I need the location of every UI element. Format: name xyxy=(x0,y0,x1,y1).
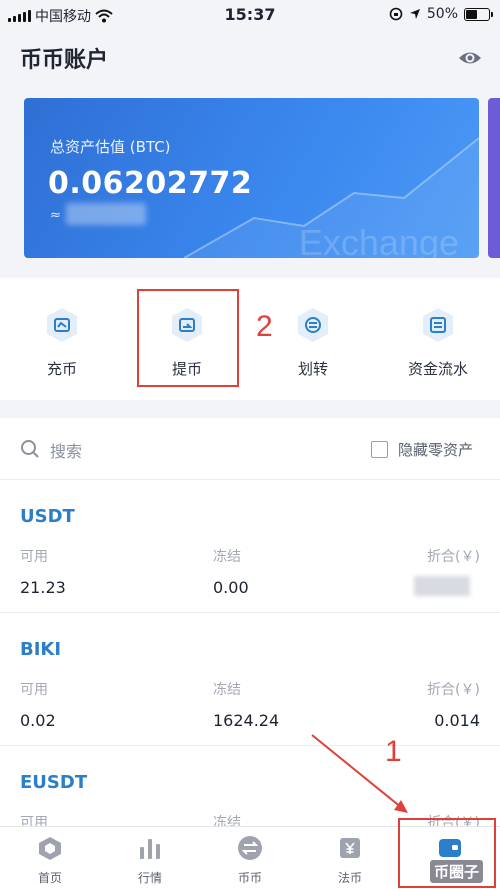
tab-market[interactable]: 行情 xyxy=(100,835,200,886)
fiat-icon xyxy=(340,838,360,858)
tab-fiat-label: 法币 xyxy=(337,871,362,885)
tab-exchange-label: 币币 xyxy=(237,871,262,885)
tab-home-label: 首页 xyxy=(37,871,62,885)
tab-fiat[interactable]: 法币 xyxy=(300,835,400,886)
exchange-icon xyxy=(238,836,262,860)
home-icon xyxy=(39,837,61,860)
tab-exchange[interactable]: 币币 xyxy=(200,835,300,886)
market-icon xyxy=(140,839,160,859)
annotation-arrow xyxy=(311,734,408,813)
tab-market-label: 行情 xyxy=(137,871,162,885)
annotation-step-1: 1 xyxy=(385,735,402,768)
tab-home[interactable]: 首页 xyxy=(0,835,100,886)
watermark-stamp: 币圈子 xyxy=(430,860,484,883)
